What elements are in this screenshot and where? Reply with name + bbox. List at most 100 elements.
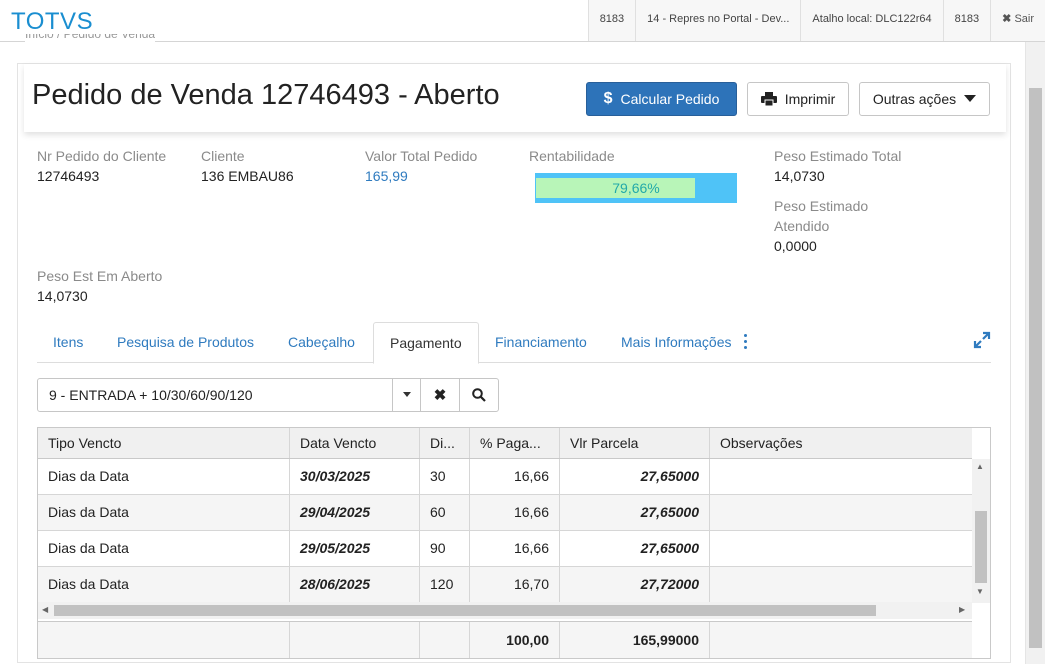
cliente-value: 136 EMBAU86 bbox=[201, 168, 294, 184]
tab-itens[interactable]: Itens bbox=[37, 322, 99, 363]
scroll-right-icon[interactable]: ▶ bbox=[959, 605, 965, 614]
table-row[interactable]: Dias da Data 30/03/2025 30 16,66 27,6500… bbox=[38, 459, 972, 495]
scroll-left-icon[interactable]: ◀ bbox=[42, 605, 48, 614]
expand-icon[interactable] bbox=[973, 331, 991, 349]
col-vlr-parcela[interactable]: Vlr Parcela bbox=[560, 428, 710, 458]
top-info: 8183 14 - Repres no Portal - Dev... Atal… bbox=[587, 0, 1045, 41]
print-label: Imprimir bbox=[784, 91, 836, 107]
grid-vscroll-thumb[interactable] bbox=[975, 511, 987, 583]
tab-pagamento[interactable]: Pagamento bbox=[373, 322, 479, 364]
more-tabs-icon[interactable] bbox=[744, 334, 748, 350]
tab-cabecalho[interactable]: Cabeçalho bbox=[272, 322, 371, 363]
rentabilidade-label: Rentabilidade bbox=[529, 148, 615, 164]
col-dias[interactable]: Di... bbox=[420, 428, 470, 458]
peso-atendido-value: 0,0000 bbox=[774, 238, 817, 254]
cell-data: 30/03/2025 bbox=[290, 459, 420, 494]
tab-bar: Itens Pesquisa de Produtos Cabeçalho Pag… bbox=[37, 322, 991, 364]
page-vscroll-thumb[interactable] bbox=[1029, 88, 1042, 648]
more-actions-button[interactable]: Outras ações bbox=[859, 82, 990, 116]
search-icon[interactable] bbox=[459, 379, 498, 411]
calculate-order-button[interactable]: $ Calcular Pedido bbox=[586, 82, 737, 116]
calculate-order-label: Calcular Pedido bbox=[620, 91, 720, 107]
peso-atendido-label-1: Peso Estimado bbox=[774, 198, 869, 214]
peso-aberto-label: Peso Est Em Aberto bbox=[37, 268, 163, 284]
tab-mais-informacoes[interactable]: Mais Informações bbox=[605, 322, 747, 363]
total-empty-2 bbox=[290, 622, 420, 658]
cell-dias: 60 bbox=[420, 495, 470, 530]
total-valor: 165,99000 bbox=[560, 622, 710, 658]
peso-total-label: Peso Estimado Total bbox=[774, 148, 902, 164]
total-empty-3 bbox=[420, 622, 470, 658]
cliente-label: Cliente bbox=[201, 148, 245, 164]
scroll-up-icon[interactable]: ▲ bbox=[976, 462, 984, 471]
cell-tipo: Dias da Data bbox=[38, 567, 290, 602]
total-empty-4 bbox=[710, 622, 972, 658]
nr-pedido-value: 12746493 bbox=[37, 168, 100, 184]
col-observacoes[interactable]: Observações bbox=[710, 428, 972, 458]
page-vertical-scrollbar[interactable] bbox=[1025, 42, 1045, 664]
grid-totals-row: 100,00 165,99000 bbox=[38, 621, 972, 658]
cell-data: 29/04/2025 bbox=[290, 495, 420, 530]
cell-obs bbox=[710, 495, 972, 530]
table-row[interactable]: Dias da Data 29/04/2025 60 16,66 27,6500… bbox=[38, 495, 972, 531]
breadcrumb[interactable]: Início / Pedido de Venda bbox=[25, 34, 156, 42]
payment-condition-value: 9 - ENTRADA + 10/30/60/90/120 bbox=[49, 387, 253, 403]
total-empty-1 bbox=[38, 622, 290, 658]
cell-obs bbox=[710, 567, 972, 602]
tab-financiamento[interactable]: Financiamento bbox=[479, 322, 603, 363]
cell-pct: 16,66 bbox=[470, 459, 560, 494]
cell-dias: 30 bbox=[420, 459, 470, 494]
cell-obs bbox=[710, 531, 972, 566]
peso-aberto-value: 14,0730 bbox=[37, 288, 88, 304]
rentabilidade-value: 79,66% bbox=[612, 180, 660, 196]
scroll-down-icon[interactable]: ▼ bbox=[976, 587, 984, 596]
cell-pct: 16,66 bbox=[470, 531, 560, 566]
dollar-icon: $ bbox=[603, 90, 613, 107]
top-info-shortcut[interactable]: Atalho local: DLC122r64 bbox=[800, 0, 943, 41]
valor-total-label: Valor Total Pedido bbox=[365, 148, 478, 164]
clear-icon[interactable]: ✖ bbox=[420, 379, 459, 411]
top-bar: TOTVS 8183 14 - Repres no Portal - Dev..… bbox=[0, 0, 1045, 42]
grid-header: Tipo Vencto Data Vencto Di... % Paga... … bbox=[38, 428, 972, 459]
col-pct-pagamento[interactable]: % Paga... bbox=[470, 428, 560, 458]
cell-dias: 120 bbox=[420, 567, 470, 602]
top-info-company[interactable]: 14 - Repres no Portal - Dev... bbox=[635, 0, 801, 41]
cell-pct: 16,66 bbox=[470, 495, 560, 530]
cell-pct: 16,70 bbox=[470, 567, 560, 602]
table-row[interactable]: Dias da Data 29/05/2025 90 16,66 27,6500… bbox=[38, 531, 972, 567]
top-info-code[interactable]: 8183 bbox=[942, 0, 991, 41]
grid-hscroll-thumb[interactable] bbox=[54, 605, 876, 616]
peso-total-value: 14,0730 bbox=[774, 168, 825, 184]
exit-label: Sair bbox=[1014, 13, 1034, 25]
grid-horizontal-scrollbar[interactable]: ◀ ▶ bbox=[38, 602, 972, 619]
page-title: Pedido de Venda 12746493 - Aberto bbox=[32, 79, 500, 111]
caret-down-icon bbox=[964, 95, 977, 102]
top-info-user[interactable]: 8183 bbox=[587, 0, 636, 41]
total-pct: 100,00 bbox=[470, 622, 560, 658]
cell-data: 29/05/2025 bbox=[290, 531, 420, 566]
close-icon: ✖ bbox=[1002, 13, 1012, 25]
cell-valor: 27,65000 bbox=[560, 495, 710, 530]
peso-atendido-label-2: Atendido bbox=[774, 218, 830, 234]
col-data-vencto[interactable]: Data Vencto bbox=[290, 428, 420, 458]
print-button[interactable]: Imprimir bbox=[747, 82, 849, 116]
rentabilidade-bar: 79,66% bbox=[535, 173, 737, 203]
cell-tipo: Dias da Data bbox=[38, 531, 290, 566]
totvs-logo[interactable]: TOTVS bbox=[11, 8, 93, 36]
cell-valor: 27,72000 bbox=[560, 567, 710, 602]
payment-condition-select[interactable]: 9 - ENTRADA + 10/30/60/90/120 ✖ bbox=[37, 378, 499, 412]
valor-total-value[interactable]: 165,99 bbox=[365, 168, 408, 184]
more-actions-label: Outras ações bbox=[872, 91, 957, 107]
dropdown-caret-icon[interactable] bbox=[392, 379, 420, 411]
cell-obs bbox=[710, 459, 972, 494]
cell-data: 28/06/2025 bbox=[290, 567, 420, 602]
col-tipo-vencto[interactable]: Tipo Vencto bbox=[38, 428, 290, 458]
cell-tipo: Dias da Data bbox=[38, 495, 290, 530]
grid-vertical-scrollbar[interactable]: ▲ ▼ bbox=[972, 459, 990, 603]
exit-button[interactable]: ✖ Sair bbox=[990, 0, 1045, 41]
table-row[interactable]: Dias da Data 28/06/2025 120 16,70 27,720… bbox=[38, 567, 972, 603]
printer-icon bbox=[760, 92, 777, 106]
cell-tipo: Dias da Data bbox=[38, 459, 290, 494]
nr-pedido-label: Nr Pedido do Cliente bbox=[37, 148, 167, 164]
tab-pesquisa-produtos[interactable]: Pesquisa de Produtos bbox=[101, 322, 270, 363]
